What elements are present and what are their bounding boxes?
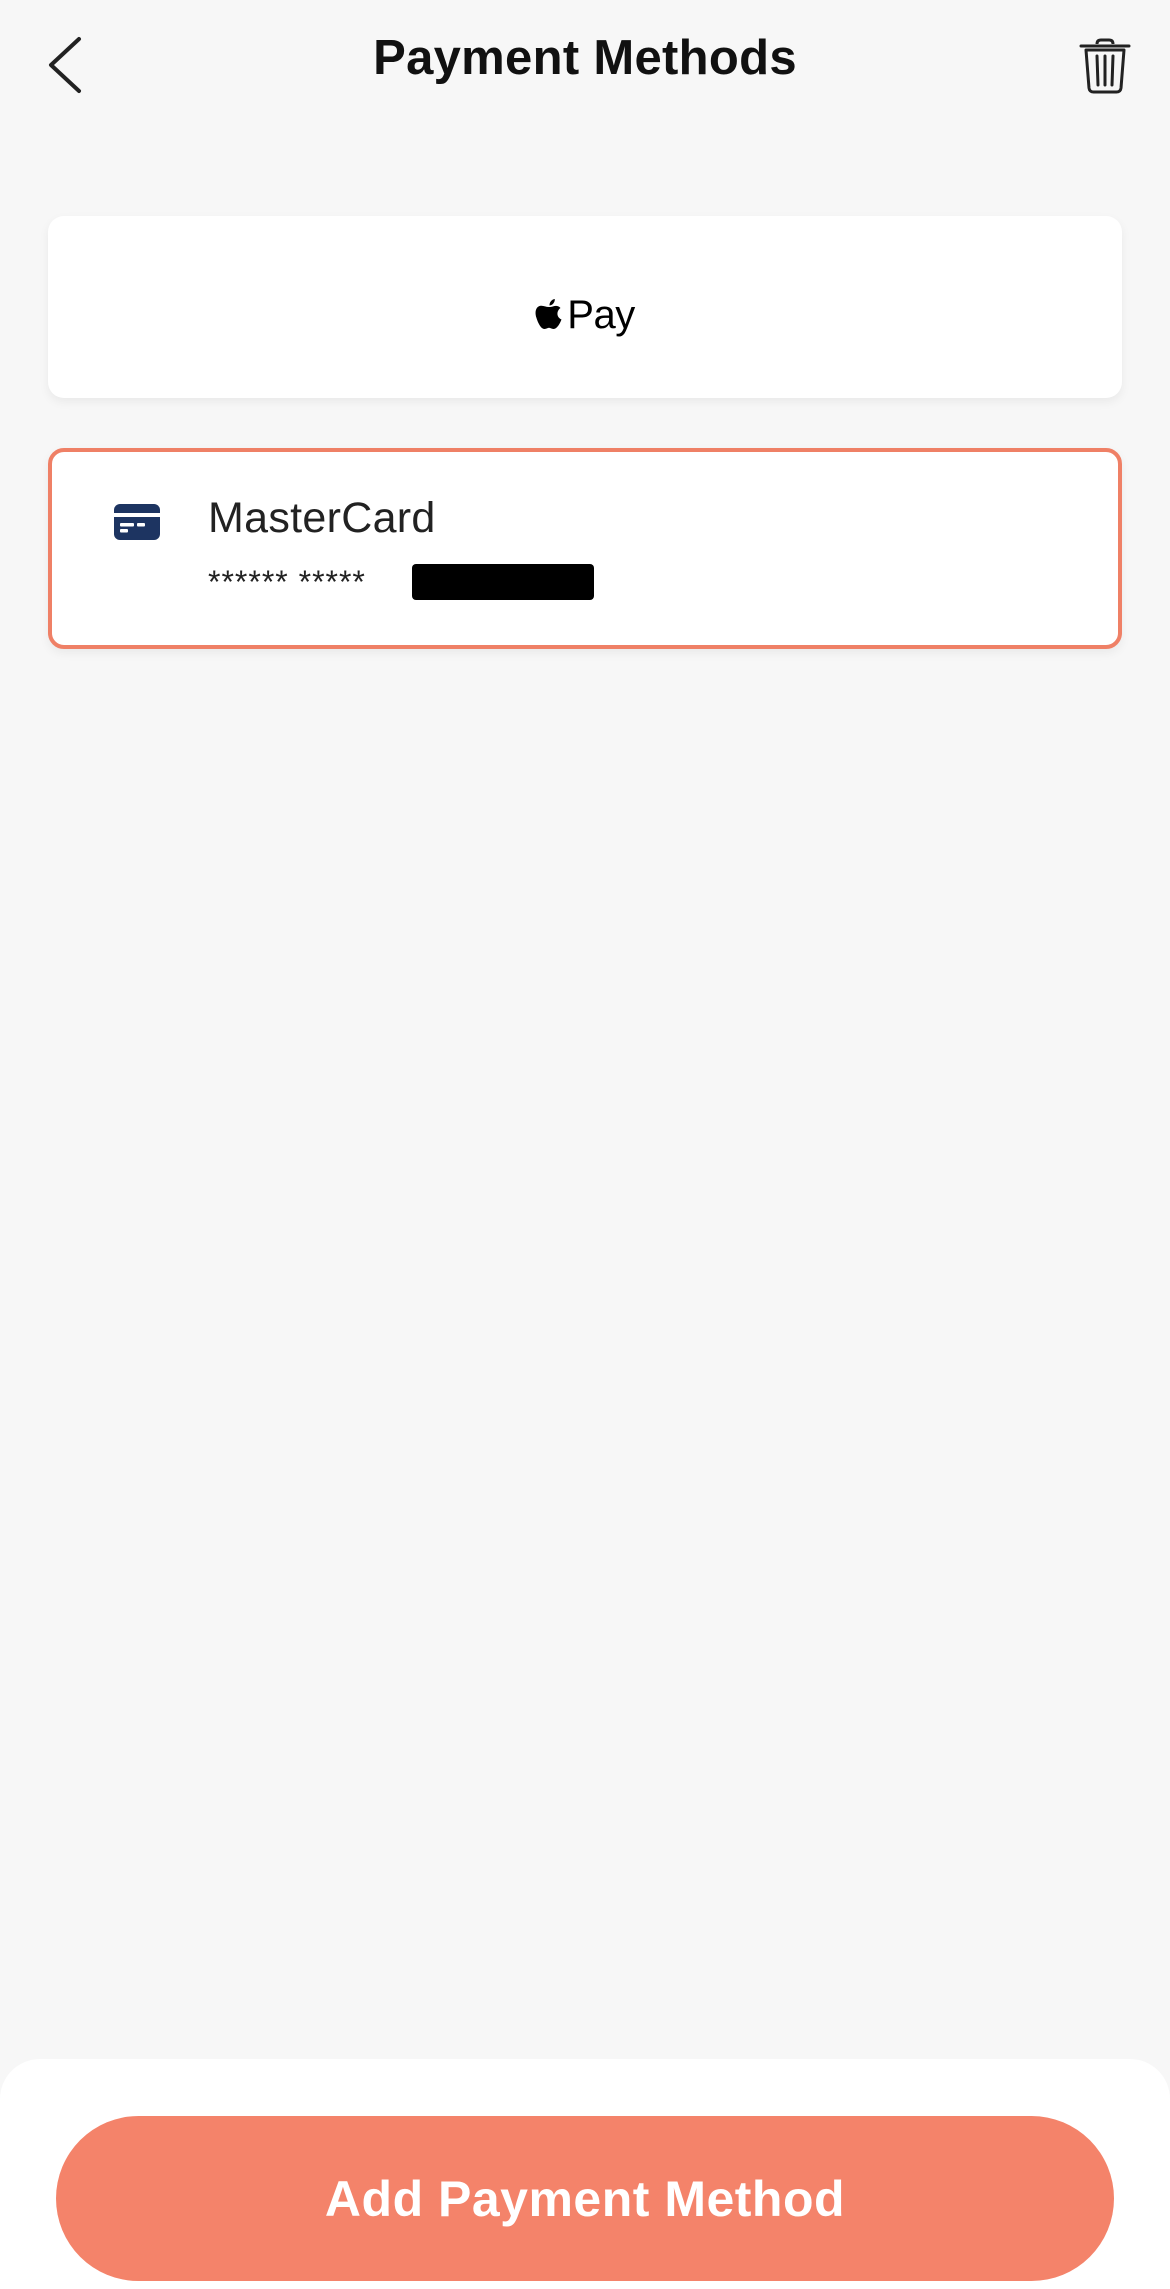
card-name: MasterCard [208,494,436,542]
credit-card-icon [114,504,160,540]
apple-pay-label: Pay [567,292,635,337]
apple-pay-logo: Pay [535,292,635,338]
card-number-masked: ****** ***** [208,564,366,600]
header-bar: Payment Methods [0,0,1170,134]
add-payment-method-button[interactable]: Add Payment Method [56,2116,1114,2281]
apple-pay-option[interactable]: Pay [48,216,1122,398]
bottom-action-panel: Add Payment Method [0,2059,1170,2289]
page-title: Payment Methods [373,31,797,85]
mastercard-option[interactable]: MasterCard ****** ***** [48,448,1122,649]
delete-button[interactable] [1070,28,1140,104]
apple-icon [535,299,562,329]
trash-icon [1079,38,1131,94]
redaction-block [412,564,594,600]
